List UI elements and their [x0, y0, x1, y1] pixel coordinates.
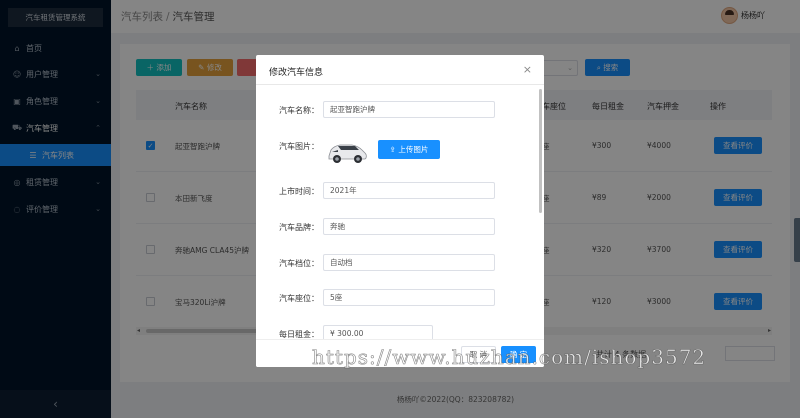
- car-seats-label: 汽车座位：: [279, 294, 319, 303]
- release-year-input[interactable]: 2021年: [323, 182, 495, 199]
- dialog-header: 修改汽车信息 ×: [256, 55, 544, 85]
- car-name-label: 汽车名称：: [279, 106, 319, 115]
- side-toolbar-handle[interactable]: [794, 218, 800, 262]
- upload-image-button[interactable]: ⇪ 上传图片: [378, 140, 440, 159]
- release-year-label: 上市时间：: [279, 187, 319, 196]
- car-gear-label: 汽车档位：: [279, 259, 319, 268]
- dialog-title: 修改汽车信息: [269, 68, 324, 78]
- car-brand-input[interactable]: 奔驰: [323, 218, 495, 235]
- car-seats-input[interactable]: 5座: [323, 289, 495, 306]
- edit-car-dialog: 修改汽车信息 × 汽车名称： 起亚智跑沪牌 汽车图片： ⇪ 上传图片 上市时间：…: [256, 55, 544, 367]
- car-gear-input[interactable]: 自动档: [323, 254, 495, 271]
- car-thumbnail: [328, 144, 367, 163]
- watermark-text: https://www.huzhan.com/ishop3572: [312, 345, 707, 370]
- close-icon[interactable]: ×: [523, 63, 532, 76]
- dialog-scrollbar[interactable]: [539, 89, 542, 213]
- car-image-label: 汽车图片：: [279, 142, 319, 151]
- car-name-input[interactable]: 起亚智跑沪牌: [323, 101, 495, 118]
- car-brand-label: 汽车品牌：: [279, 223, 319, 232]
